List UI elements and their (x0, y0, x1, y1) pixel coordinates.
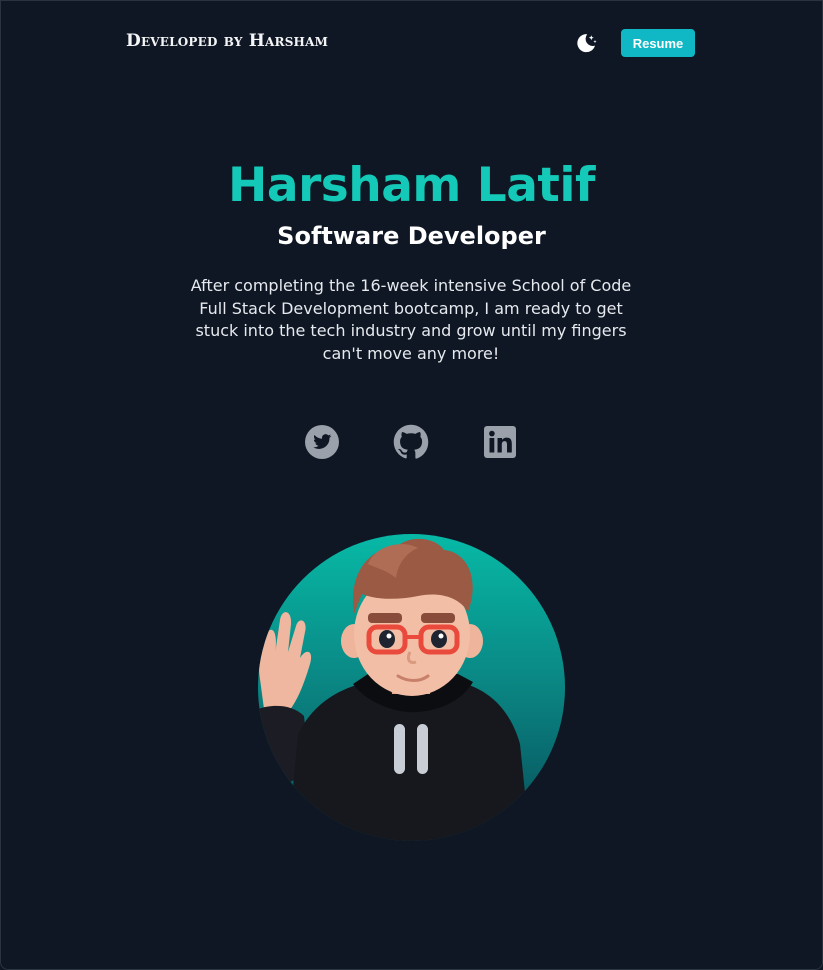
github-icon (393, 424, 429, 459)
github-link[interactable] (393, 424, 429, 460)
brand-title[interactable]: Developed by Harsham (126, 31, 328, 51)
twitter-icon (305, 425, 339, 459)
linkedin-icon (484, 426, 516, 458)
linkedin-link[interactable] (482, 424, 518, 460)
hero-name: Harsham Latif (228, 158, 595, 213)
hero-role: Software Developer (277, 222, 546, 250)
resume-button[interactable]: Resume (621, 29, 695, 57)
theme-toggle-button[interactable] (574, 31, 598, 55)
developer-avatar-image (258, 538, 530, 841)
avatar-illustration (258, 534, 565, 841)
hero-bio: After completing the 16-week intensive S… (190, 276, 632, 363)
moon-stars-icon (577, 34, 597, 53)
twitter-link[interactable] (304, 424, 340, 460)
